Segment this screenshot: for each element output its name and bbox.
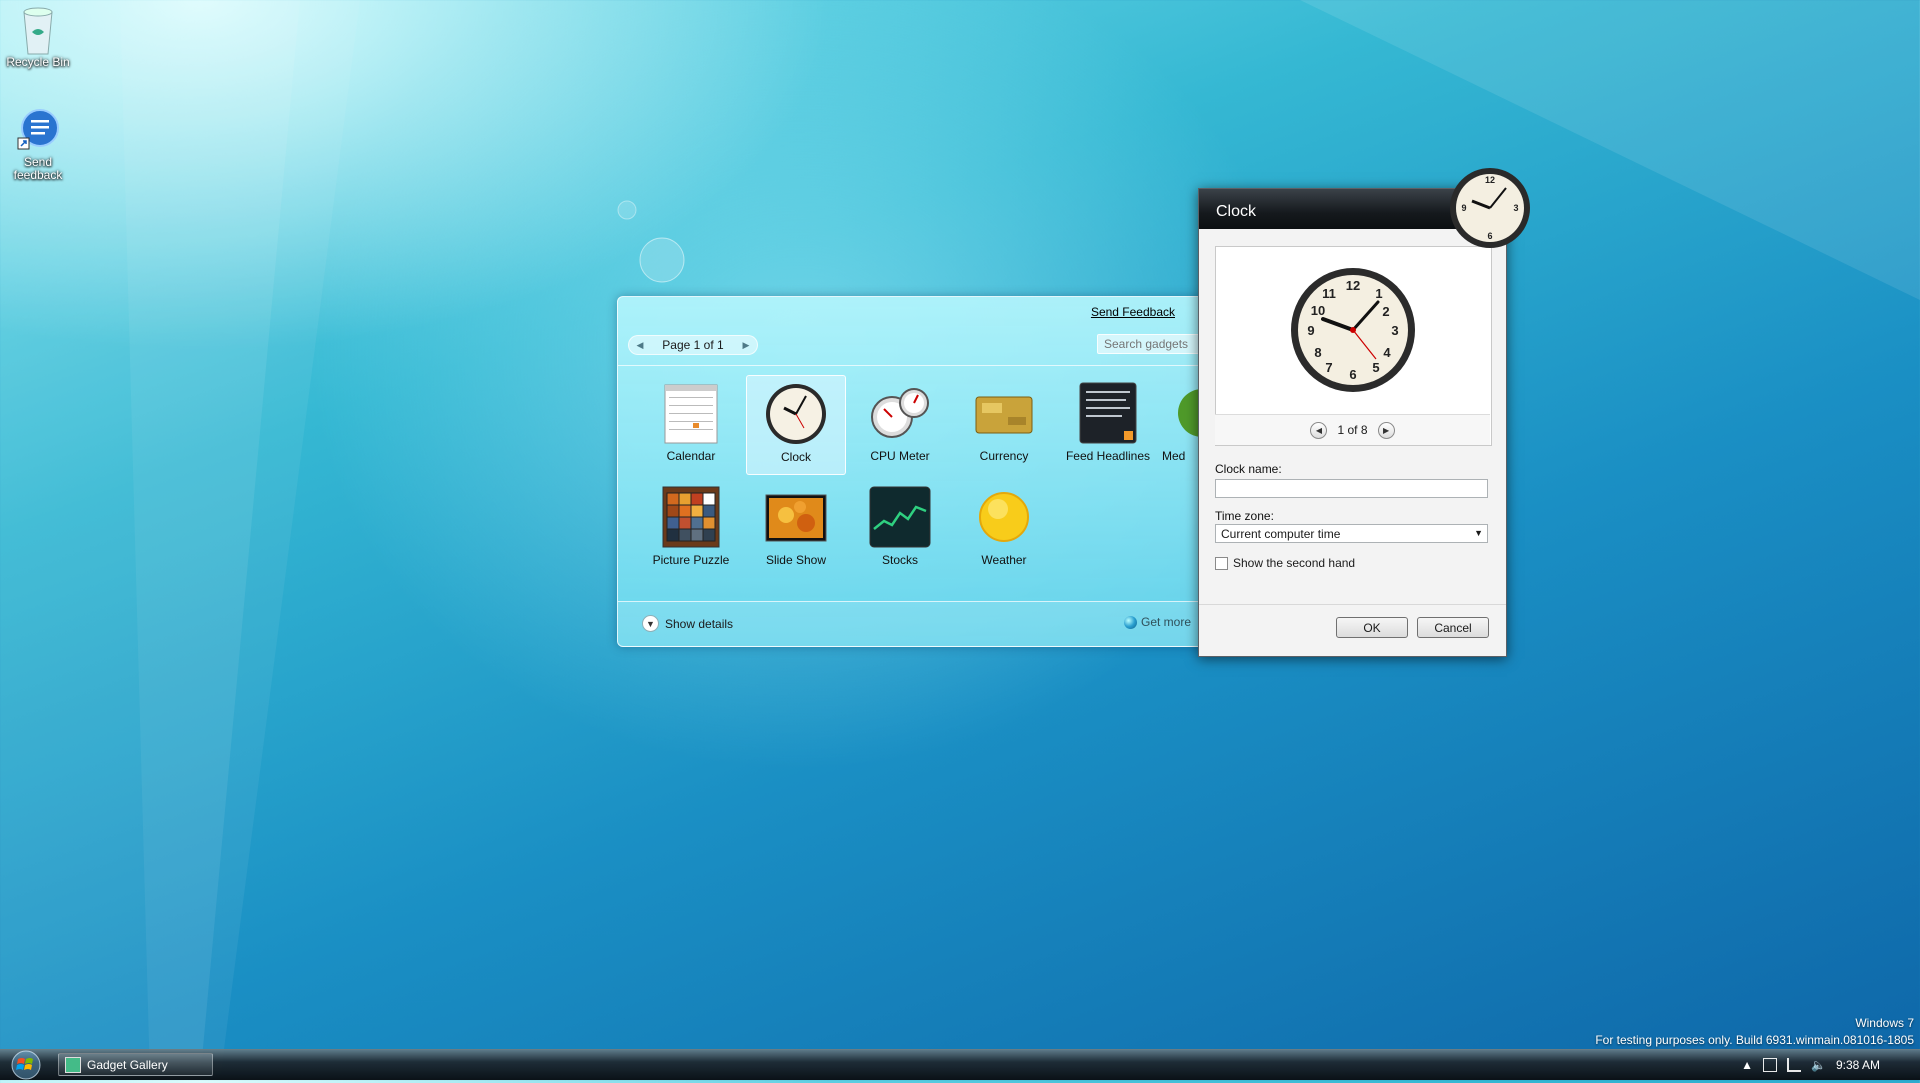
dropdown-arrow-icon: ▼ (1474, 528, 1483, 538)
time-zone-value: Current computer time (1221, 527, 1341, 541)
gadget-picture-puzzle-name: Picture Puzzle (652, 553, 730, 567)
svg-text:5: 5 (1372, 360, 1379, 375)
gadget-stocks[interactable]: Stocks (850, 479, 950, 579)
gadget-calendar[interactable]: Calendar (641, 375, 741, 475)
gadget-slide-show-name: Slide Show (765, 553, 827, 567)
get-more-label: Get more (1141, 615, 1192, 629)
show-hidden-icons-icon[interactable]: ▲ (1741, 1058, 1753, 1072)
gadget-slide-show[interactable]: Slide Show (746, 479, 846, 579)
os-watermark-title: Windows 7 (1855, 1016, 1914, 1030)
gadget-clock[interactable]: Clock (746, 375, 846, 475)
prev-page-icon[interactable]: ◀ (633, 338, 647, 352)
time-zone-select[interactable]: Current computer time ▼ (1215, 524, 1488, 543)
clock-name-label: Clock name: (1215, 462, 1282, 476)
gadget-gallery-window: Send Feedback ◀ Page 1 of 1 ▶ Calendar (617, 296, 1204, 647)
svg-text:1: 1 (1375, 286, 1382, 301)
second-hand-label: Show the second hand (1233, 556, 1356, 570)
svg-text:9: 9 (1307, 323, 1314, 338)
clock-name-input[interactable] (1215, 479, 1488, 498)
os-watermark-build: For testing purposes only. Build 6931.wi… (1595, 1033, 1914, 1047)
show-details-toggle[interactable]: ▼ Show details (642, 615, 733, 632)
second-hand-option: Show the second hand (1215, 556, 1355, 570)
gadget-clock-name: Clock (780, 450, 811, 464)
send-feedback-shortcut[interactable]: Send feedback (0, 108, 76, 182)
svg-text:3: 3 (1513, 203, 1518, 213)
show-details-label: Show details (665, 616, 734, 631)
gadget-feed-headlines[interactable]: Feed Headlines (1058, 375, 1158, 475)
recycle-bin[interactable]: Recycle Bin (0, 2, 76, 69)
next-page-icon[interactable]: ▶ (739, 338, 753, 352)
clock-face-icon: 1212 345 678 91011 (1291, 268, 1415, 392)
search-gadgets-input[interactable] (1097, 334, 1203, 354)
weather-icon (972, 485, 1036, 549)
action-center-icon[interactable] (1787, 1058, 1802, 1072)
system-tray: ▲ 🔈 9:38 AM (1741, 1050, 1880, 1080)
gadget-gallery-icon (65, 1056, 81, 1073)
get-more-gadgets-link[interactable]: Get more (1124, 615, 1191, 629)
calendar-icon (659, 381, 723, 445)
taskbar-button-label: Gadget Gallery (87, 1057, 168, 1072)
gadget-feed-headlines-name: Feed Headlines (1065, 449, 1151, 463)
taskbar: Gadget Gallery ▲ 🔈 9:38 AM (0, 1049, 1920, 1080)
svg-text:12: 12 (1346, 278, 1360, 293)
chevron-down-icon: ▼ (642, 615, 659, 632)
page-label: Page 1 of 1 (662, 338, 724, 352)
cancel-button[interactable]: Cancel (1417, 617, 1489, 638)
send-feedback-link[interactable]: Send Feedback (1091, 305, 1175, 319)
currency-icon (972, 381, 1036, 445)
gallery-footer: ▼ Show details Get more (618, 601, 1203, 646)
next-clock-style-button[interactable]: ▶ (1377, 421, 1395, 439)
svg-text:9: 9 (1461, 203, 1466, 213)
recycle-bin-icon (16, 2, 60, 55)
second-hand-checkbox[interactable] (1215, 556, 1228, 570)
svg-text:7: 7 (1325, 360, 1332, 375)
svg-text:4: 4 (1383, 345, 1391, 360)
globe-icon (1124, 615, 1137, 629)
cpu-meter-icon (868, 381, 932, 445)
page-navigator: ◀ Page 1 of 1 ▶ (628, 335, 758, 355)
gadget-media[interactable]: Med (1162, 375, 1202, 475)
feed-headlines-icon (1076, 381, 1140, 445)
slide-show-icon (764, 485, 828, 549)
time-zone-label: Time zone: (1215, 509, 1274, 523)
svg-text:6: 6 (1487, 231, 1492, 241)
svg-text:6: 6 (1349, 367, 1356, 382)
gadget-currency-name: Currency (979, 449, 1029, 463)
stocks-icon (868, 485, 932, 549)
network-icon[interactable] (1763, 1058, 1778, 1072)
gadget-weather[interactable]: Weather (954, 479, 1054, 579)
clock-icon (764, 382, 828, 446)
svg-text:2: 2 (1382, 304, 1389, 319)
svg-text:11: 11 (1322, 286, 1336, 301)
preview-counter: 1 of 8 (1337, 423, 1368, 437)
svg-text:10: 10 (1311, 303, 1325, 318)
gadget-cpu-meter[interactable]: CPU Meter (850, 375, 950, 475)
clock-settings-dialog: Clock 12 1 2 345 678 9 10 11 ◀ 1 of 8 ▶ Cloc… (1198, 188, 1507, 657)
feedback-icon (16, 108, 60, 152)
taskbar-clock[interactable]: 9:38 AM (1836, 1058, 1880, 1072)
gadget-stocks-name: Stocks (881, 553, 918, 567)
preview-navigator: ◀ 1 of 8 ▶ (1215, 414, 1490, 445)
gadget-cpu-meter-name: CPU Meter (870, 449, 930, 463)
gadget-currency[interactable]: Currency (954, 375, 1054, 475)
send-feedback-label: Send feedback (13, 155, 63, 182)
gadget-media-name: Med (1162, 449, 1186, 463)
clock-gadget-icon[interactable]: 12 3 6 9 (1448, 166, 1532, 250)
volume-icon[interactable]: 🔈 (1811, 1058, 1826, 1072)
gadget-weather-name: Weather (981, 553, 1027, 567)
prev-clock-style-button[interactable]: ◀ (1310, 421, 1328, 439)
svg-text:8: 8 (1314, 345, 1321, 360)
ok-button[interactable]: OK (1336, 617, 1408, 638)
svg-text:12: 12 (1485, 175, 1495, 185)
start-button[interactable] (4, 1050, 44, 1080)
gadget-calendar-name: Calendar (666, 449, 716, 463)
windows-logo-icon (11, 1050, 41, 1080)
taskbar-gadget-gallery-button[interactable]: Gadget Gallery (58, 1053, 213, 1076)
svg-text:3: 3 (1391, 323, 1398, 338)
divider (1199, 604, 1506, 605)
divider (618, 365, 1203, 366)
gadget-picture-puzzle[interactable]: Picture Puzzle (641, 479, 741, 579)
picture-puzzle-icon (659, 485, 723, 549)
